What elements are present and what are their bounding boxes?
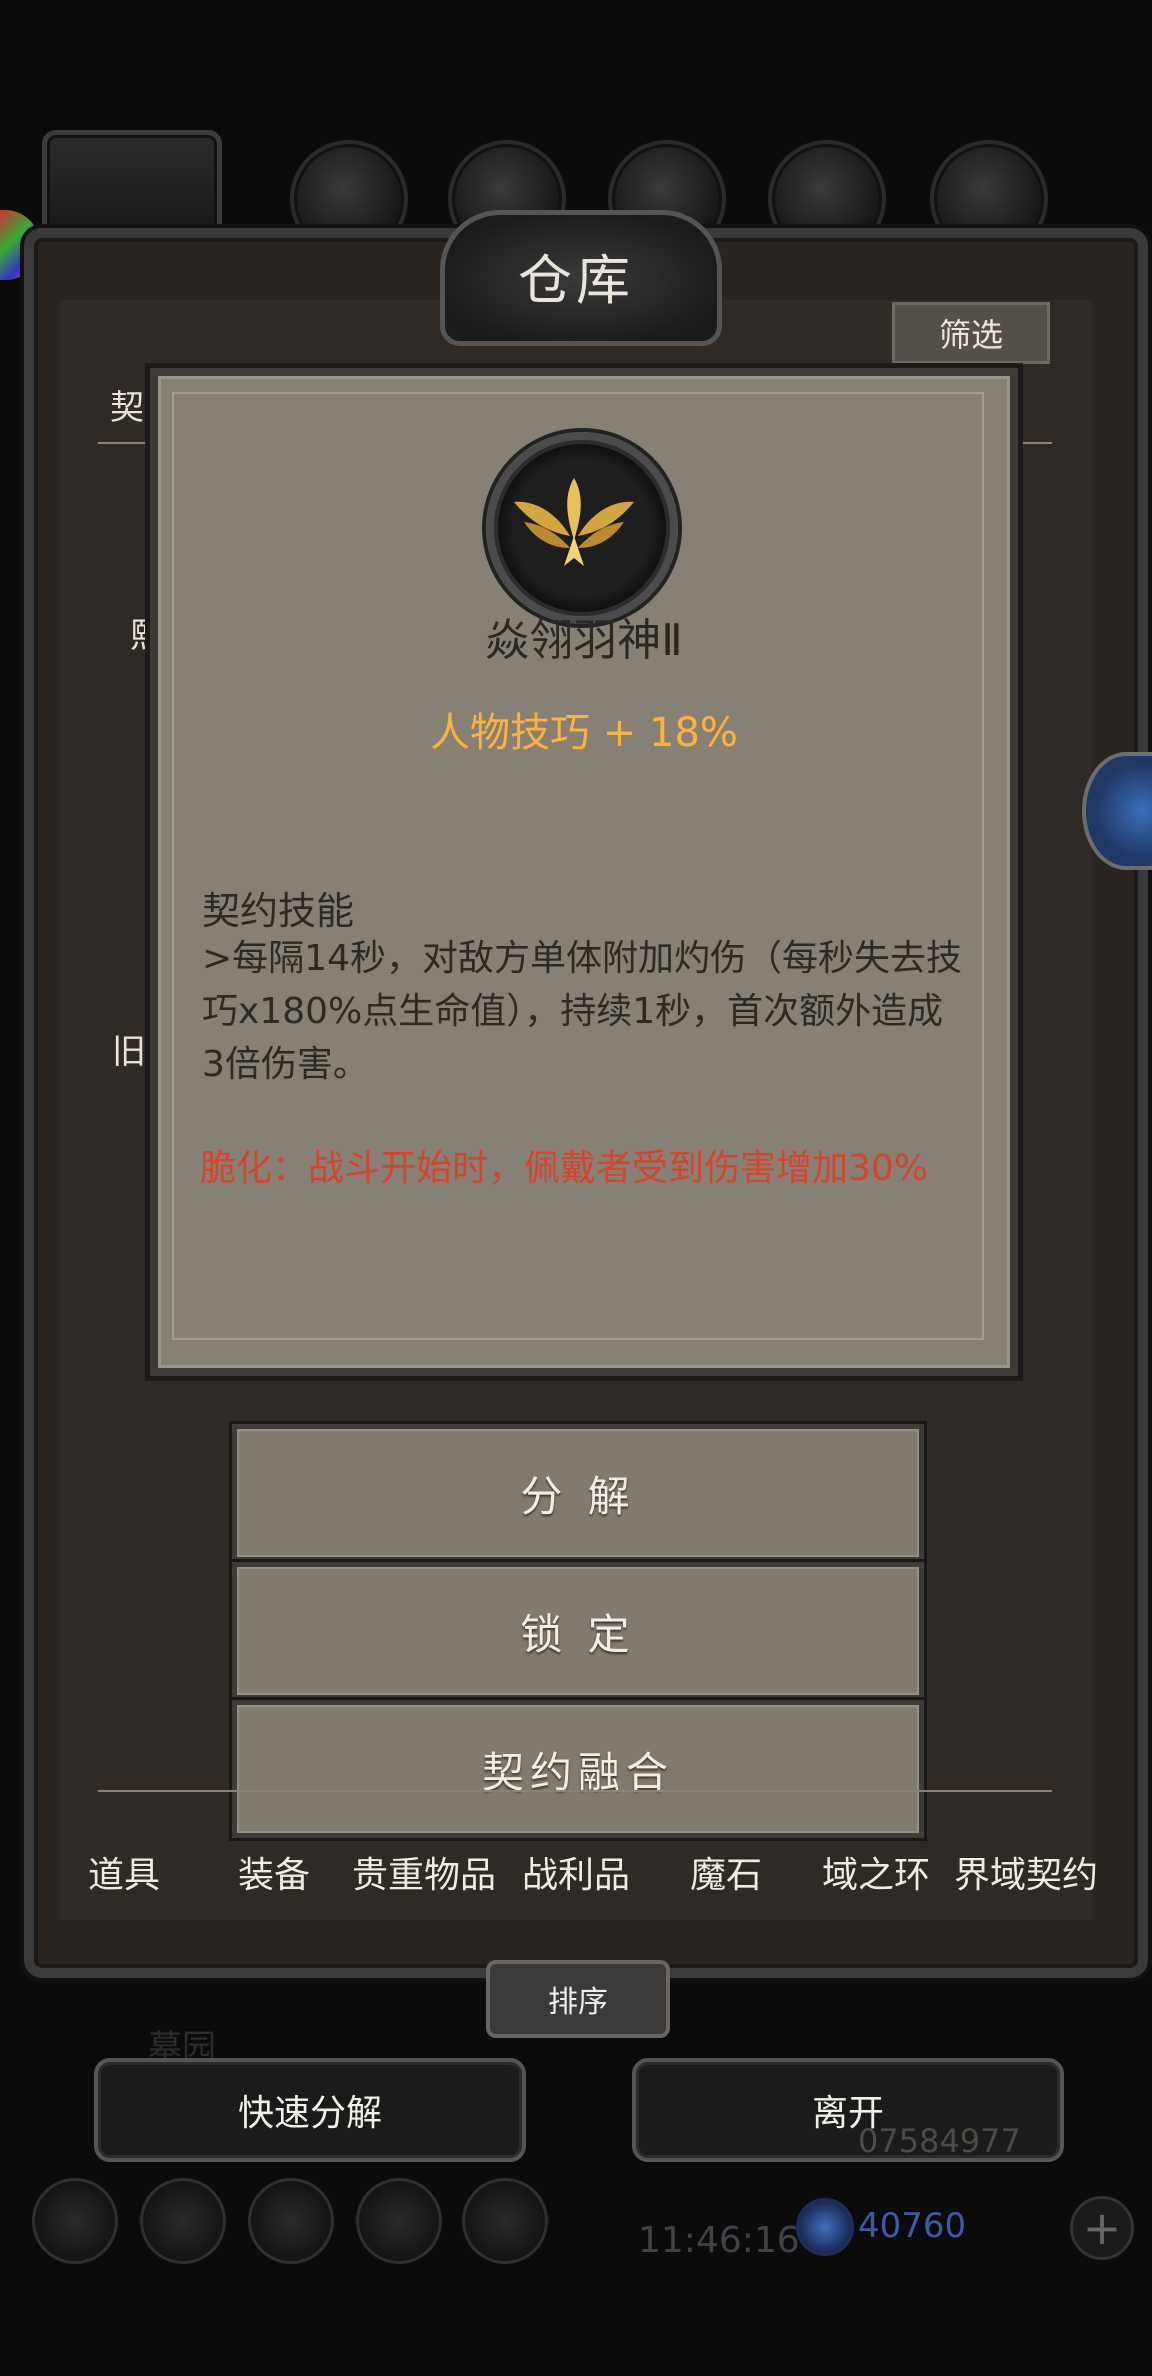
- gem-icon: [796, 2198, 854, 2256]
- skill-warning: 脆化：战斗开始时，佩戴者受到伤害增加30%: [200, 1148, 929, 1189]
- decompose-button[interactable]: 分 解: [232, 1424, 924, 1562]
- star-badge-icon[interactable]: [140, 2178, 226, 2264]
- contract-fuse-button[interactable]: 契约融合: [232, 1700, 924, 1838]
- filter-button[interactable]: 筛选: [892, 302, 1050, 364]
- skill-heading: 契约技能: [202, 889, 355, 933]
- sort-button[interactable]: 排序: [486, 1960, 670, 2038]
- quick-decompose-button[interactable]: 快速分解: [94, 2058, 526, 2162]
- tab-loot[interactable]: 战利品: [496, 1846, 656, 1898]
- tab-magic-stone[interactable]: 魔石: [646, 1846, 806, 1898]
- lock-button[interactable]: 锁 定: [232, 1562, 924, 1700]
- list-item-label: 旧: [112, 1032, 146, 1072]
- tab-valuables[interactable]: 贵重物品: [344, 1846, 504, 1898]
- guild-crest-icon[interactable]: [248, 2178, 334, 2264]
- gold-amount: 07584977: [858, 2122, 1021, 2160]
- settings-gear-icon[interactable]: [32, 2178, 118, 2264]
- golden-phoenix-emblem-icon: [486, 432, 678, 624]
- tab-domain-ring[interactable]: 域之环: [796, 1846, 956, 1898]
- skill-description: >每隔14秒，对敌方单体附加灼伤（每秒失去技巧x180%点生命值），持续1秒，首…: [202, 938, 962, 1085]
- category-divider: [98, 1790, 1052, 1792]
- list-header-label: 契: [110, 388, 144, 428]
- clock: 11:46:16: [638, 2220, 800, 2261]
- mail-icon[interactable]: [356, 2178, 442, 2264]
- page-title: 仓库: [518, 249, 634, 312]
- tab-equipment[interactable]: 装备: [194, 1846, 354, 1898]
- contract-name: 焱翎羽神Ⅱ: [485, 615, 683, 666]
- handshake-icon[interactable]: [462, 2178, 548, 2264]
- contract-stat-bonus: 人物技巧 + 18%: [430, 710, 738, 756]
- tab-domain-contract[interactable]: 界域契约: [946, 1846, 1106, 1898]
- add-currency-icon[interactable]: +: [1070, 2196, 1134, 2260]
- gem-amount: 40760: [858, 2206, 967, 2246]
- tab-items[interactable]: 道具: [44, 1846, 204, 1898]
